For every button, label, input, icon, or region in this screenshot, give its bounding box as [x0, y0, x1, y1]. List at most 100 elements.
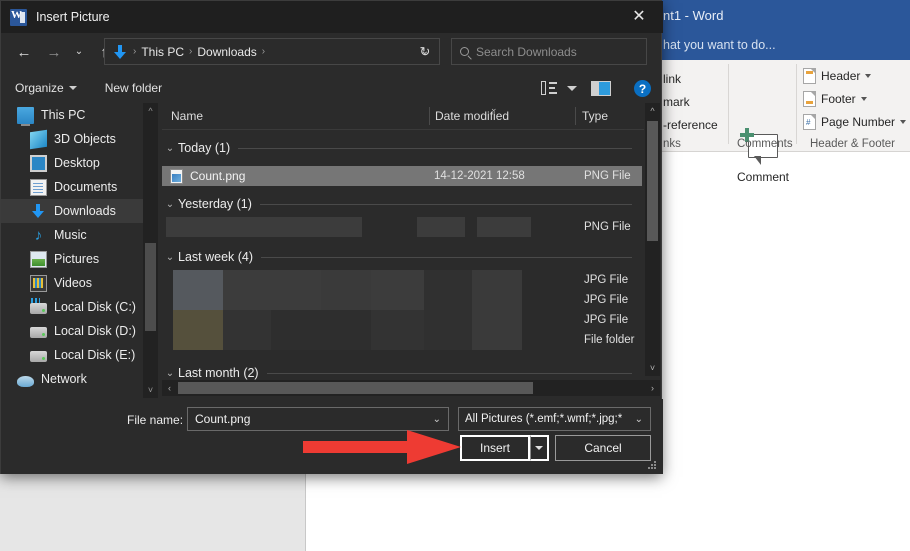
- sidebar-item-documents[interactable]: Documents: [1, 175, 143, 199]
- redacted-file-date: [417, 217, 465, 237]
- group-divider: [260, 204, 632, 205]
- insert-button[interactable]: Insert: [460, 435, 530, 461]
- table-row[interactable]: Count.png 14-12-2021 12:58 PNG File: [162, 166, 642, 186]
- forward-icon[interactable]: →: [39, 37, 69, 67]
- scrollbar-thumb[interactable]: [178, 382, 533, 394]
- search-placeholder: Search Downloads: [476, 45, 577, 59]
- ribbon-footer-button[interactable]: Footer: [803, 91, 867, 107]
- back-icon[interactable]: ←: [9, 37, 39, 67]
- insert-dropdown-button[interactable]: [530, 435, 549, 461]
- file-type: JPG File: [584, 314, 628, 326]
- table-row[interactable]: File folder: [162, 330, 642, 350]
- sidebar-item-pictures[interactable]: Pictures: [1, 247, 143, 271]
- sidebar-item-local-disk-d[interactable]: Local Disk (D:): [1, 319, 143, 343]
- new-folder-label: New folder: [105, 81, 162, 95]
- dialog-title-text: Insert Picture: [36, 10, 110, 24]
- sidebar-item-label: Local Disk (E:): [54, 348, 135, 362]
- table-row[interactable]: JPG File: [162, 270, 642, 290]
- redacted-file-date: [424, 310, 472, 330]
- breadcrumb-item-this-pc[interactable]: This PC: [139, 45, 186, 59]
- group-header-today[interactable]: ⌄ Today (1): [162, 137, 632, 159]
- chevron-down-icon[interactable]: ⌄: [433, 414, 448, 425]
- column-header-name[interactable]: Name: [171, 109, 203, 123]
- file-name-label: File name:: [127, 413, 183, 427]
- search-icon: [460, 47, 469, 56]
- chevron-down-icon: [535, 446, 543, 450]
- column-divider[interactable]: [575, 107, 576, 125]
- sidebar-item-downloads[interactable]: Downloads: [1, 199, 143, 223]
- scroll-down-icon[interactable]: ˅: [143, 382, 158, 398]
- table-row[interactable]: JPG File: [162, 290, 642, 310]
- file-type: JPG File: [584, 274, 628, 286]
- sidebar-item-music[interactable]: ♪ Music: [1, 223, 143, 247]
- view-options-icon[interactable]: [541, 81, 557, 95]
- search-input[interactable]: Search Downloads: [451, 38, 647, 65]
- help-icon[interactable]: ?: [634, 80, 651, 97]
- breadcrumb-item-downloads[interactable]: Downloads: [195, 45, 258, 59]
- resize-grip[interactable]: [648, 461, 657, 470]
- sidebar-item-local-disk-e[interactable]: Local Disk (E:): [1, 343, 143, 367]
- close-icon[interactable]: ✕: [617, 1, 661, 33]
- arrow-shape: [303, 430, 461, 464]
- word-tell-me-placeholder: hat you want to do...: [663, 38, 776, 52]
- word-app-icon: [10, 9, 27, 26]
- sidebar-item-this-pc[interactable]: This PC: [1, 103, 143, 127]
- file-list-vertical-scrollbar[interactable]: ^ ˅: [645, 103, 660, 376]
- scroll-down-icon[interactable]: ˅: [645, 360, 660, 376]
- redacted-file-name: [271, 310, 371, 330]
- scroll-up-icon[interactable]: ^: [143, 103, 158, 119]
- chevron-down-icon: ⌄: [162, 252, 178, 263]
- file-type: JPG File: [584, 294, 628, 306]
- breadcrumb[interactable]: › This PC › Downloads › ⌄: [104, 38, 440, 65]
- cancel-button[interactable]: Cancel: [555, 435, 651, 461]
- scrollbar-thumb[interactable]: [145, 243, 156, 331]
- group-divider: [238, 148, 632, 149]
- column-divider[interactable]: [429, 107, 430, 125]
- group-header-last-week[interactable]: ⌄ Last week (4): [162, 246, 632, 268]
- scrollbar-thumb[interactable]: [647, 121, 658, 241]
- ribbon-bookmark-label[interactable]: mark: [663, 95, 690, 109]
- column-header-type[interactable]: Type: [582, 109, 608, 123]
- navigation-pane-scrollbar[interactable]: ^ ˅: [143, 103, 158, 398]
- recent-locations-icon[interactable]: ⌄: [69, 37, 89, 67]
- ribbon-links-group-label: nks: [663, 138, 681, 150]
- file-type-dropdown[interactable]: All Pictures (*.emf;*.wmf;*.jpg;* ⌄: [458, 407, 651, 431]
- preview-pane-icon[interactable]: [591, 81, 611, 96]
- drive-c-icon: [30, 303, 47, 314]
- scroll-left-icon[interactable]: ‹: [162, 380, 177, 396]
- view-icon-column: [541, 81, 546, 95]
- new-folder-button[interactable]: New folder: [105, 81, 162, 95]
- ribbon-cross-reference-label[interactable]: -reference: [663, 118, 718, 132]
- sidebar-item-desktop[interactable]: Desktop: [1, 151, 143, 175]
- table-row[interactable]: PNG File: [162, 217, 642, 237]
- view-options-chevron-icon[interactable]: [567, 86, 577, 91]
- ribbon-header-button[interactable]: Header: [803, 68, 871, 84]
- sidebar-item-local-disk-c[interactable]: Local Disk (C:): [1, 295, 143, 319]
- sidebar-item-label: Documents: [54, 180, 117, 194]
- group-label: Last month (2): [178, 366, 267, 380]
- videos-icon: [30, 275, 47, 292]
- breadcrumb-separator: ›: [130, 46, 139, 57]
- sidebar-item-videos[interactable]: Videos: [1, 271, 143, 295]
- ribbon-page-number-button[interactable]: # Page Number: [803, 114, 906, 130]
- scroll-right-icon[interactable]: ›: [645, 380, 660, 396]
- group-label: Yesterday (1): [178, 197, 260, 211]
- group-header-yesterday[interactable]: ⌄ Yesterday (1): [162, 193, 632, 215]
- sidebar-item-label: Music: [54, 228, 87, 242]
- file-type: PNG File: [584, 221, 631, 233]
- table-row[interactable]: JPG File: [162, 310, 642, 330]
- chevron-down-icon[interactable]: ⌄: [635, 414, 650, 425]
- scroll-up-icon[interactable]: ^: [645, 103, 660, 119]
- redacted-file-name: [173, 290, 223, 310]
- refresh-icon[interactable]: ↻: [411, 38, 439, 65]
- redacted-file-date: [424, 330, 472, 350]
- column-header-date-modified[interactable]: Date modified: [435, 109, 509, 123]
- organize-button[interactable]: Organize: [15, 81, 77, 95]
- sidebar-item-3d-objects[interactable]: 3D Objects: [1, 127, 143, 151]
- ribbon-hyperlink-label[interactable]: link: [663, 72, 681, 86]
- new-comment-button[interactable]: Comment: [733, 124, 793, 204]
- downloads-arrow-icon: [113, 45, 127, 59]
- file-list-horizontal-scrollbar[interactable]: ‹ ›: [162, 380, 660, 396]
- sidebar-item-network[interactable]: Network: [1, 367, 143, 391]
- file-type: File folder: [584, 334, 635, 346]
